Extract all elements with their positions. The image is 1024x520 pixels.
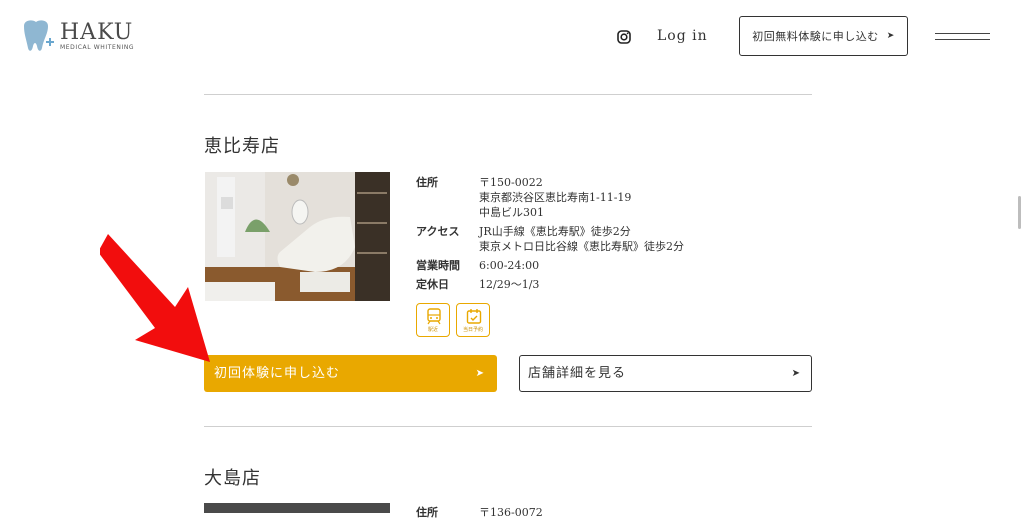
store-title-ebisu: 恵比寿店: [204, 136, 280, 157]
arrow-right-icon: ➤: [886, 31, 895, 41]
apply-trial-button[interactable]: 初回体験に申し込む ➤: [204, 355, 497, 392]
train-icon: [427, 308, 441, 325]
instagram-icon[interactable]: [617, 30, 631, 44]
logo-subtitle: MEDICAL WHITENING: [60, 44, 135, 51]
store-detail-button[interactable]: 店舗詳細を見る ➤: [519, 355, 812, 392]
info-value-closed: 12/29〜1/3: [479, 278, 540, 291]
apply-trial-label: 初回体験に申し込む: [214, 366, 341, 381]
red-annotation-arrow-icon: [100, 234, 210, 362]
store-photo-ebisu[interactable]: [205, 172, 390, 301]
scrollbar-thumb[interactable]: [1018, 196, 1021, 229]
info-label-address: 住所: [416, 506, 438, 519]
arrow-right-icon: ➤: [475, 368, 485, 379]
badge-label: 駅近: [427, 327, 438, 333]
logo-text: HAKU: [60, 20, 134, 45]
badge-near-station: 駅近: [416, 303, 450, 337]
login-link[interactable]: Log in: [657, 28, 708, 44]
divider: [204, 426, 812, 427]
info-value-zip: 〒136-0072: [479, 506, 543, 519]
store-title-ojima: 大島店: [204, 468, 261, 489]
divider: [204, 94, 812, 95]
info-value-address-2: 中島ビル301: [479, 206, 544, 219]
info-label-address: 住所: [416, 176, 438, 189]
info-label-access: アクセス: [416, 225, 460, 238]
info-value-access-2: 東京メトロ日比谷線《恵比寿駅》徒歩2分: [479, 240, 684, 253]
store-detail-label: 店舗詳細を見る: [528, 366, 627, 381]
tooth-logo-icon: [24, 20, 54, 51]
site-header: HAKU MEDICAL WHITENING Log in 初回無料体験に申し込…: [0, 0, 1024, 80]
info-value-access-1: JR山手線《恵比寿駅》徒歩2分: [479, 225, 631, 238]
badge-same-day: 当日予約: [456, 303, 490, 337]
arrow-right-icon: ➤: [791, 368, 801, 379]
free-trial-button[interactable]: 初回無料体験に申し込む ➤: [739, 16, 908, 56]
hamburger-menu-icon[interactable]: [935, 33, 990, 41]
badge-label: 当日予約: [462, 327, 483, 333]
store-photo-ojima[interactable]: [204, 503, 390, 513]
calendar-check-icon: [466, 309, 482, 324]
info-label-closed: 定休日: [416, 278, 449, 291]
info-value-address-1: 東京都渋谷区恵比寿南1-11-19: [479, 191, 632, 204]
info-value-zip: 〒150-0022: [479, 176, 543, 189]
clinic-interior-image: [205, 172, 390, 301]
free-trial-label: 初回無料体験に申し込む: [752, 30, 879, 43]
haku-logo[interactable]: HAKU MEDICAL WHITENING: [20, 18, 160, 56]
info-value-hours: 6:00-24:00: [479, 259, 540, 272]
info-label-hours: 営業時間: [416, 259, 460, 272]
